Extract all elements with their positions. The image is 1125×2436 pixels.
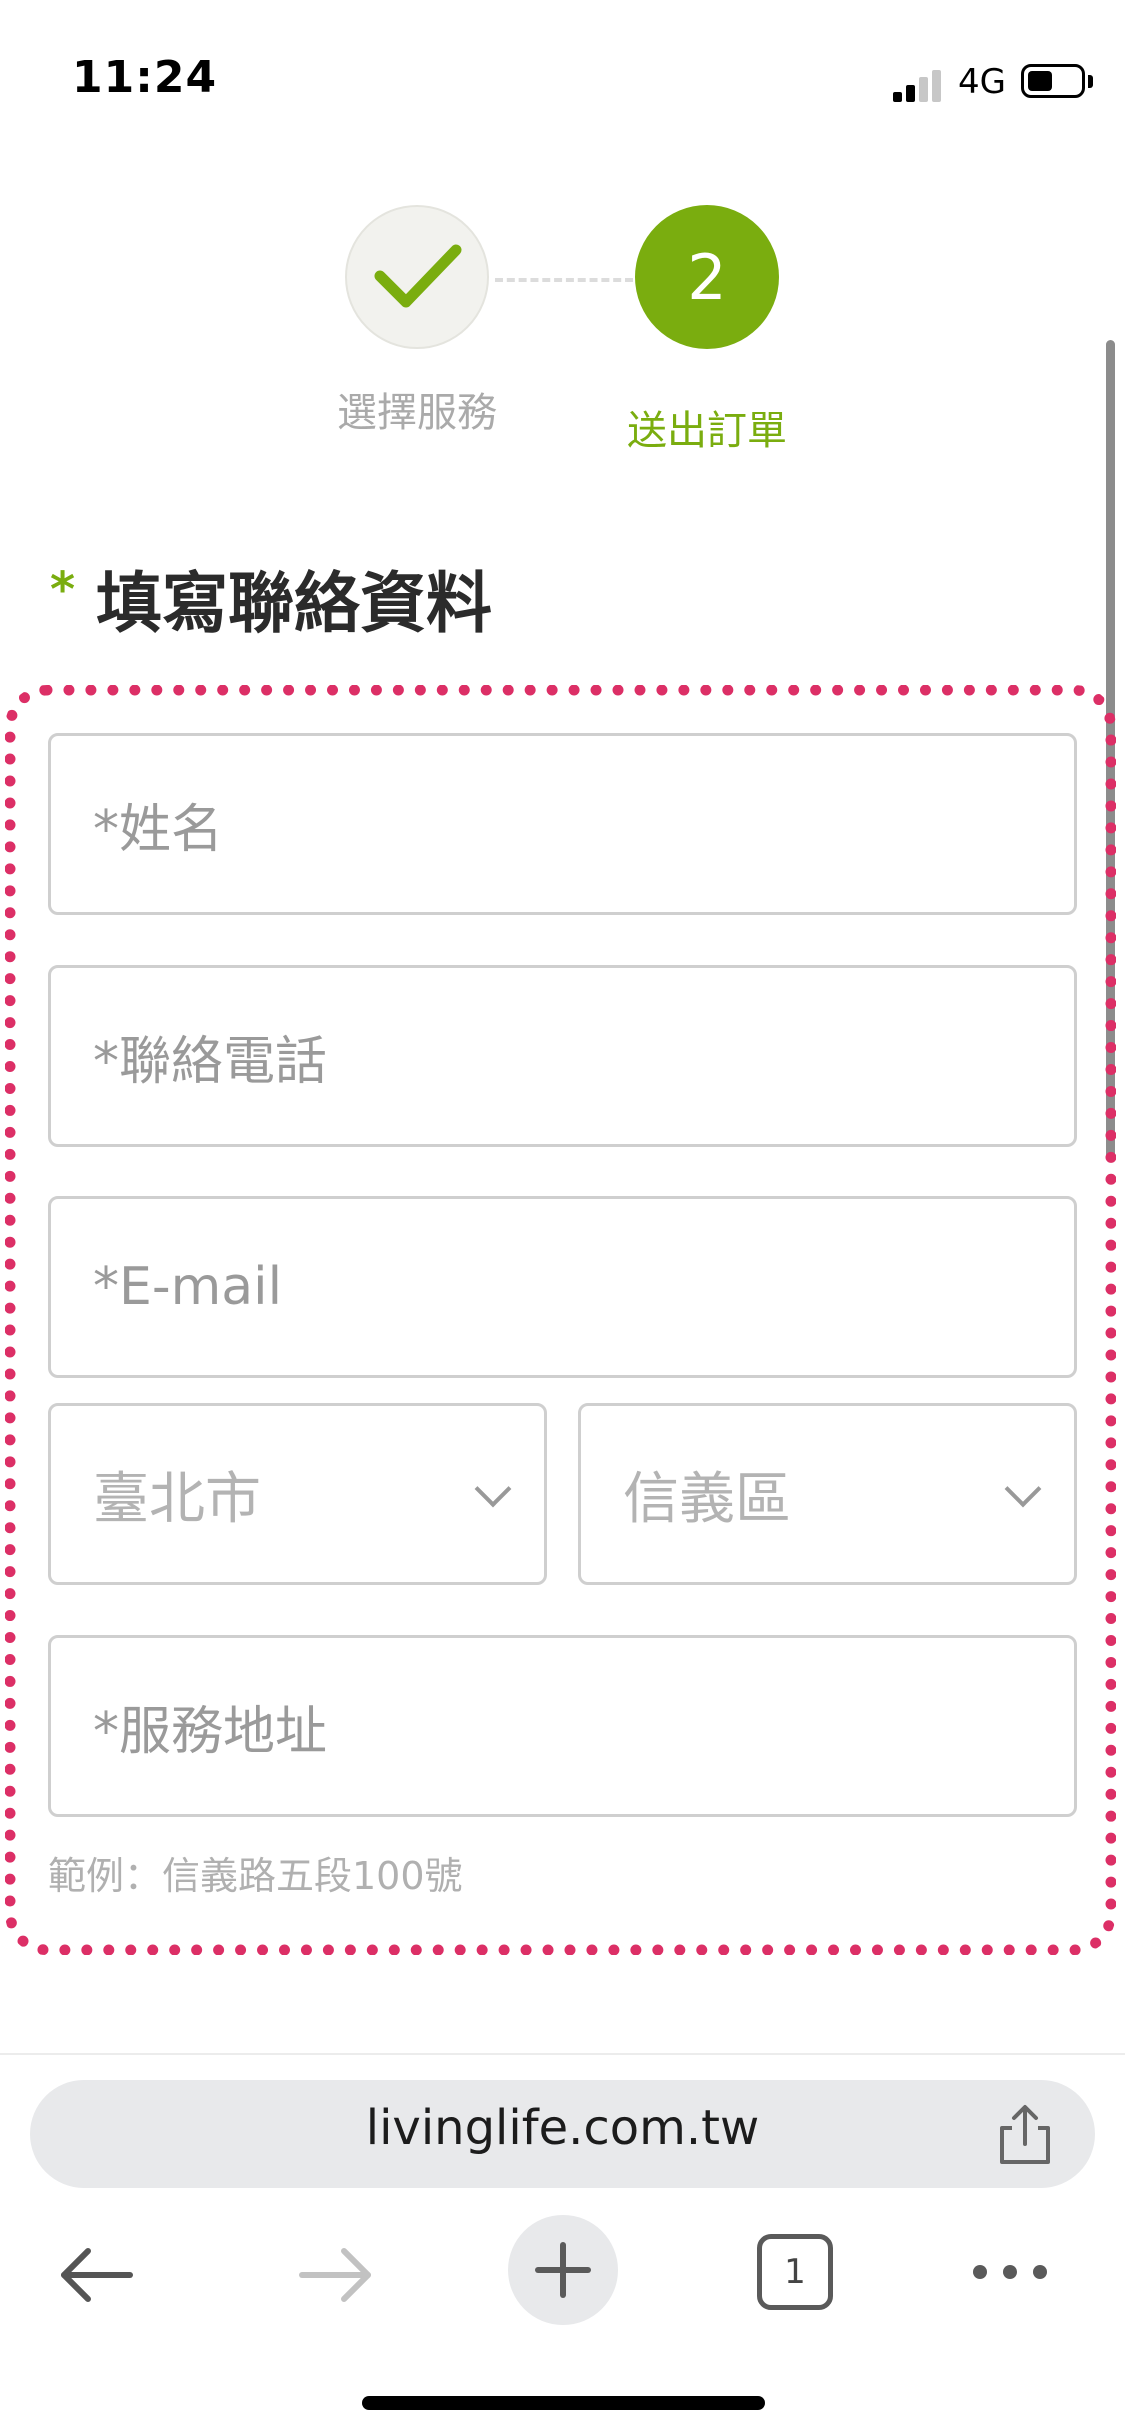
- back-button[interactable]: [52, 2235, 152, 2315]
- status-time: 11:24: [72, 52, 218, 103]
- chevron-down-icon: [474, 1470, 512, 1508]
- step-1-label: 選擇服務: [337, 390, 497, 436]
- address-hint: 範例：信義路五段100號: [48, 1854, 463, 1898]
- forward-button[interactable]: [280, 2235, 380, 2315]
- network-type: 4G: [958, 62, 1006, 102]
- district-select[interactable]: 信義區: [578, 1403, 1077, 1585]
- checkmark-icon: [374, 244, 462, 308]
- step-2-number: 2: [687, 240, 727, 314]
- share-button[interactable]: [992, 2102, 1058, 2168]
- back-arrow-icon: [61, 2248, 133, 2302]
- more-icon: [973, 2265, 1047, 2279]
- tab-count: 1: [784, 2252, 806, 2292]
- name-placeholder: *姓名: [93, 799, 224, 860]
- city-select[interactable]: 臺北市: [48, 1403, 547, 1585]
- url-text: livinglife.com.tw: [365, 2100, 760, 2156]
- district-value: 信義區: [623, 1466, 791, 1532]
- new-tab-button[interactable]: [508, 2215, 618, 2325]
- email-placeholder: *E-mail: [93, 1257, 283, 1317]
- battery-tip: [1088, 75, 1093, 88]
- section-title: 填寫聯絡資料: [96, 565, 492, 642]
- step-connector: [495, 278, 633, 282]
- required-mark: *: [50, 562, 76, 618]
- chevron-down-icon: [1004, 1470, 1042, 1508]
- home-indicator: [362, 2396, 765, 2410]
- plus-icon: [535, 2242, 591, 2298]
- step-2-label: 送出訂單: [627, 408, 787, 454]
- email-input[interactable]: *E-mail: [48, 1196, 1077, 1378]
- address-placeholder: *服務地址: [93, 1701, 328, 1762]
- share-icon: [1000, 2105, 1050, 2164]
- battery-icon: [1021, 64, 1085, 98]
- more-button[interactable]: [965, 2252, 1055, 2292]
- signal-icon: [893, 70, 943, 102]
- city-value: 臺北市: [93, 1466, 261, 1532]
- address-input[interactable]: *服務地址: [48, 1635, 1077, 1817]
- forward-arrow-icon: [299, 2248, 371, 2302]
- phone-input[interactable]: *聯絡電話: [48, 965, 1077, 1147]
- step-2-circle: 2: [635, 205, 779, 349]
- toolbar-divider: [0, 2053, 1125, 2055]
- step-1-circle: [345, 205, 489, 349]
- name-input[interactable]: *姓名: [48, 733, 1077, 915]
- tabs-button[interactable]: 1: [757, 2234, 833, 2310]
- phone-placeholder: *聯絡電話: [93, 1031, 328, 1092]
